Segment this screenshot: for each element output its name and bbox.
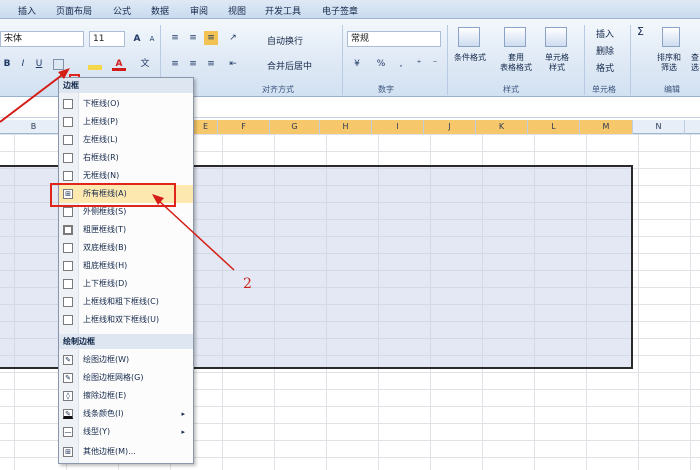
annotation-arrow-2 (157, 199, 235, 271)
annotation-label-2: 2 (243, 276, 252, 292)
annotation-arrow-1 (0, 71, 67, 123)
annotation-arrows (0, 68, 235, 271)
